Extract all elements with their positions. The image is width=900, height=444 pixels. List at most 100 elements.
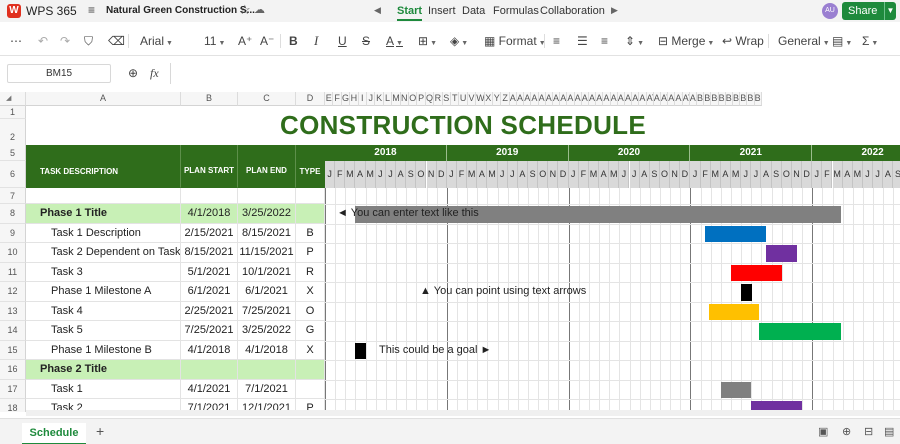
task-plan-end[interactable]: 7/1/2021 [238, 379, 296, 399]
annotation-text[interactable]: ◄ You can enter text like this [337, 207, 479, 219]
row-header[interactable]: 9 [0, 223, 26, 243]
function-icon[interactable]: fx [150, 66, 159, 81]
app-name[interactable]: WPS 365 [26, 4, 77, 18]
header-type[interactable]: TYPE [296, 145, 325, 188]
task-plan-start[interactable]: 2/15/2021 [181, 223, 238, 243]
task-type[interactable]: G [296, 321, 325, 341]
task-plan-start[interactable] [181, 360, 238, 380]
task-plan-start[interactable]: 6/1/2021 [181, 282, 238, 302]
column-header-bi[interactable]: BI [754, 92, 762, 106]
row-header[interactable]: 8 [0, 204, 26, 224]
task-name[interactable]: Task 3 [26, 262, 181, 282]
column-header-aj[interactable]: AJ [574, 92, 582, 106]
task-plan-end[interactable] [238, 360, 296, 380]
column-header-bh[interactable]: BH [747, 92, 755, 106]
task-name[interactable]: Phase 1 Title [26, 204, 181, 224]
column-header-o[interactable]: O [409, 92, 418, 106]
row-header[interactable]: 12 [0, 282, 26, 302]
column-header-d[interactable]: D [296, 92, 325, 106]
column-header-ag[interactable]: AG [553, 92, 561, 106]
task-plan-end[interactable]: 10/1/2021 [238, 262, 296, 282]
column-header-y[interactable]: Y [493, 92, 502, 106]
column-header-g[interactable]: G [341, 92, 351, 106]
column-header-ab[interactable]: AB [517, 92, 525, 106]
column-header-u[interactable]: U [459, 92, 468, 106]
column-header-ap[interactable]: AP [617, 92, 625, 106]
task-plan-start[interactable]: 8/15/2021 [181, 243, 238, 263]
header-task-description[interactable]: TASK DESCRIPTION [26, 145, 181, 188]
column-header-z[interactable]: Z [501, 92, 510, 106]
format-button[interactable]: ▦ Format ▼ [484, 33, 546, 52]
number-format-select[interactable]: General ▼ [778, 33, 830, 52]
column-header-ay[interactable]: AY [682, 92, 690, 106]
chevron-right-icon[interactable]: ▶ [611, 5, 618, 16]
redo-icon[interactable]: ↷ [60, 33, 70, 49]
task-type[interactable]: P [296, 243, 325, 263]
tab-collaboration[interactable]: Collaboration [540, 5, 605, 17]
cell-style-icon[interactable]: ▤ ▼ [832, 33, 852, 52]
column-header-be[interactable]: BE [725, 92, 733, 106]
gantt-bar[interactable] [731, 264, 782, 281]
align-left-icon[interactable]: ≡ [553, 33, 560, 49]
fill-color-icon[interactable]: ◈ ▼ [450, 33, 468, 52]
column-header-m[interactable]: M [392, 92, 401, 106]
tab-insert[interactable]: Insert [428, 5, 456, 17]
task-name[interactable]: Task 4 [26, 301, 181, 321]
bold-button[interactable]: B [289, 33, 298, 49]
year-header-2019[interactable]: 2019 [446, 145, 569, 161]
task-name[interactable]: Task 5 [26, 321, 181, 341]
row-header[interactable]: 17 [0, 379, 26, 399]
blank-cell[interactable] [181, 188, 238, 204]
column-header-aa[interactable]: AA [509, 92, 517, 106]
gantt-bar[interactable] [708, 303, 760, 320]
task-type[interactable] [296, 204, 325, 224]
strikethrough-button[interactable]: S [362, 33, 370, 49]
row-header[interactable]: 11 [0, 262, 26, 282]
task-plan-start[interactable]: 4/1/2021 [181, 379, 238, 399]
row-header[interactable]: 14 [0, 321, 26, 341]
row-header[interactable]: 18 [0, 399, 26, 412]
column-header-ao[interactable]: AO [610, 92, 618, 106]
column-header-an[interactable]: AN [603, 92, 611, 106]
star-icon[interactable]: ☆ [239, 2, 251, 18]
font-color-button[interactable]: A ▼ [386, 33, 403, 52]
column-header-ar[interactable]: AR [632, 92, 640, 106]
row-header[interactable]: 6 [0, 161, 26, 188]
column-header-ad[interactable]: AD [531, 92, 539, 106]
gantt-bar[interactable] [759, 323, 841, 340]
column-header-az[interactable]: AZ [689, 92, 697, 106]
column-header-p[interactable]: P [417, 92, 426, 106]
font-size-select[interactable]: 11 ▼ [204, 33, 225, 52]
column-header-h[interactable]: H [350, 92, 359, 106]
name-box[interactable]: BM15 [7, 64, 111, 83]
column-header-bg[interactable]: BG [740, 92, 748, 106]
task-plan-start[interactable]: 4/1/2018 [181, 340, 238, 360]
zoom-icon[interactable]: ⊕ [128, 66, 138, 80]
task-type[interactable] [296, 360, 325, 380]
year-header-2022[interactable]: 2022 [812, 145, 900, 161]
italic-button[interactable]: I [314, 33, 318, 49]
borders-icon[interactable]: ⊞ ▼ [418, 33, 437, 52]
annotation-text[interactable]: ▲ You can point using text arrows [420, 285, 586, 297]
column-header-n[interactable]: N [400, 92, 409, 106]
share-button[interactable]: Share ▼ [842, 2, 896, 20]
row-header[interactable]: 5 [0, 145, 26, 161]
task-type[interactable]: X [296, 282, 325, 302]
task-plan-end[interactable]: 8/15/2021 [238, 223, 296, 243]
column-header-aq[interactable]: AQ [625, 92, 633, 106]
column-header-b[interactable]: B [181, 92, 238, 106]
spreadsheet-grid[interactable]: ◢ A B C D EFGHIJKLMNOPQRSTUVWXYZAAABACAD… [0, 92, 900, 412]
column-header-f[interactable]: F [333, 92, 342, 106]
column-header-ak[interactable]: AK [581, 92, 589, 106]
sheet-tab-schedule[interactable]: Schedule [22, 423, 86, 444]
column-header-au[interactable]: AU [653, 92, 661, 106]
task-plan-end[interactable]: 3/25/2022 [238, 204, 296, 224]
column-header-ah[interactable]: AH [560, 92, 568, 106]
column-header-as[interactable]: AS [639, 92, 647, 106]
column-header-bc[interactable]: BC [711, 92, 719, 106]
column-header-av[interactable]: AV [661, 92, 669, 106]
task-plan-end[interactable]: 7/25/2021 [238, 301, 296, 321]
row-header[interactable]: 1 [0, 106, 26, 119]
blank-cell[interactable] [238, 188, 296, 204]
avatar[interactable]: AU [822, 3, 838, 19]
